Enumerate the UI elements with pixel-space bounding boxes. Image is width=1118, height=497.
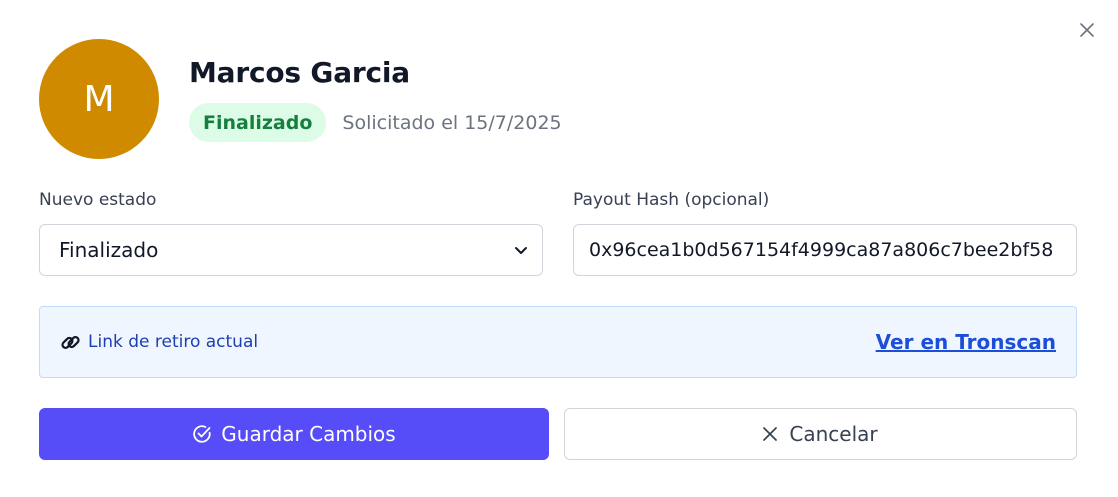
user-name: Marcos Garcia (189, 56, 410, 89)
user-info: Marcos Garcia Finalizado Solicitado el 1… (189, 39, 562, 142)
avatar-initial: M (83, 78, 115, 120)
avatar: M (39, 39, 159, 159)
link-icon (61, 335, 80, 349)
status-field-label: Nuevo estado (39, 190, 157, 210)
cancel-button[interactable]: Cancelar (564, 408, 1077, 460)
user-meta: Finalizado Solicitado el 15/7/2025 (189, 103, 562, 142)
tronscan-link[interactable]: Ver en Tronscan (876, 330, 1056, 354)
save-button[interactable]: Guardar Cambios (39, 408, 549, 460)
status-badge: Finalizado (189, 103, 327, 142)
close-icon (763, 427, 778, 441)
chevron-down-icon (515, 246, 527, 254)
withdrawal-link-label: Link de retiro actual (88, 332, 259, 352)
close-icon (1080, 23, 1094, 37)
payout-hash-label: Payout Hash (opcional) (573, 190, 770, 210)
withdrawal-link-info: Link de retiro actual (60, 332, 258, 353)
user-header: M Marcos Garcia Finalizado Solicitado el… (39, 39, 562, 159)
save-button-label: Guardar Cambios (221, 422, 396, 446)
requested-date: Solicitado el 15/7/2025 (342, 111, 562, 134)
withdrawal-link-panel: Link de retiro actual Ver en Tronscan (39, 306, 1077, 378)
check-circle-icon (193, 425, 211, 443)
close-button[interactable] (1075, 18, 1099, 42)
status-select-value: Finalizado (59, 238, 159, 262)
cancel-button-label: Cancelar (789, 422, 878, 446)
status-select[interactable]: Finalizado (39, 224, 543, 276)
edit-withdrawal-dialog: M Marcos Garcia Finalizado Solicitado el… (0, 0, 1118, 497)
payout-hash-input[interactable] (573, 224, 1077, 276)
